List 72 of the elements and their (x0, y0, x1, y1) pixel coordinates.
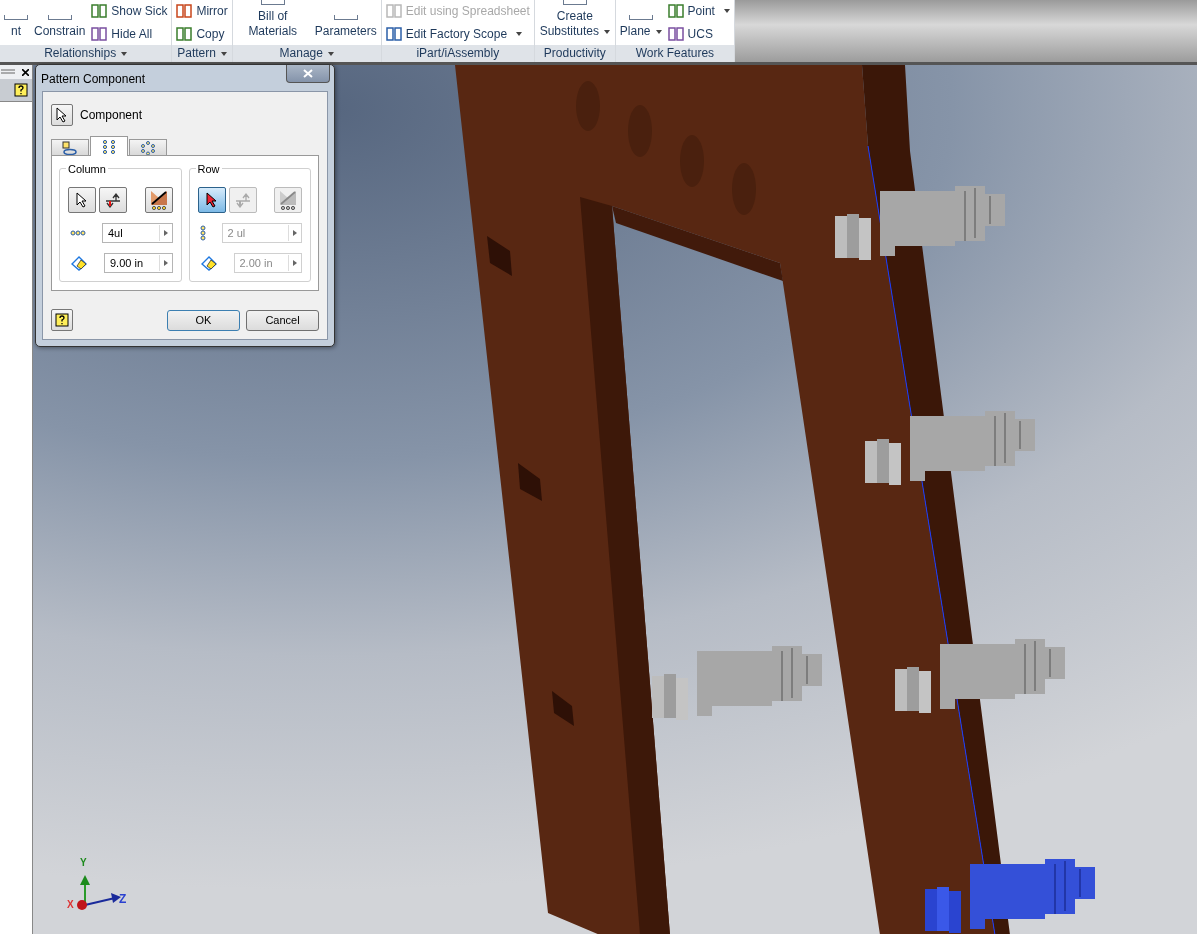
midplane-icon (148, 189, 169, 211)
x-axis-label: X (67, 899, 74, 911)
two-panel-icon (91, 4, 108, 19)
ribbon-button[interactable]: nt (4, 15, 28, 45)
panel-title[interactable]: iPart/iAssembly (381, 45, 534, 62)
rectangular-dots-icon (102, 139, 116, 154)
cut-off-icon (562, 0, 587, 5)
ribbon-button[interactable]: Bill of Materials (236, 0, 309, 45)
close-icon (303, 69, 313, 78)
panel-title[interactable]: Manage (232, 45, 381, 62)
tab[interactable] (129, 139, 167, 155)
ribbon-button[interactable]: Create Substitutes (538, 0, 611, 45)
help-icon[interactable] (14, 83, 28, 97)
z-axis-label: Z (119, 893, 127, 905)
close-icon[interactable] (22, 68, 29, 76)
ribbon-button[interactable]: Plane (619, 15, 662, 45)
midplane-button[interactable] (144, 187, 173, 213)
two-panel-icon (385, 26, 402, 41)
flip-arrows-icon (104, 192, 122, 208)
cursor-arrow-icon (76, 192, 88, 208)
cursor-arrow-icon (205, 192, 218, 208)
spacing-field[interactable]: 9.00 in (104, 253, 173, 273)
dialog-title: Pattern Component (41, 72, 146, 86)
dialog-button[interactable]: Cancel (246, 309, 319, 331)
circular-dots-icon (141, 140, 155, 155)
cut-off-icon (628, 15, 653, 20)
part-constraint-icon (62, 140, 78, 155)
cut-off-icon (4, 15, 28, 20)
panel-title[interactable]: Work Features (615, 45, 734, 62)
two-panel-icon (91, 26, 108, 41)
ribbon-button[interactable]: Copy (176, 22, 228, 45)
select-button[interactable] (51, 104, 73, 126)
two-panel-icon (385, 4, 402, 19)
ribbon-button[interactable]: Point (667, 0, 730, 23)
two-panel-icon (176, 4, 193, 19)
flip-button[interactable] (99, 187, 127, 213)
ribbon-button[interactable]: UCS (667, 22, 730, 45)
cursor-arrow-icon (56, 107, 68, 123)
panel-title[interactable]: Productivity (534, 45, 615, 62)
component-label: Component (80, 108, 143, 122)
ribbon-button[interactable]: Constrain (34, 15, 86, 45)
midplane-icon (278, 189, 298, 211)
ribbon-button[interactable]: Mirror (176, 0, 228, 23)
ribbon-button[interactable]: Hide All (91, 22, 168, 45)
two-panel-icon (667, 26, 684, 41)
two-panel-icon (176, 26, 193, 41)
tab[interactable] (90, 136, 128, 156)
flip-arrows-icon (233, 192, 252, 208)
cut-off-icon (260, 0, 285, 5)
help-button[interactable] (51, 309, 73, 331)
two-panel-icon (667, 4, 684, 19)
dialog-button[interactable]: OK (167, 309, 240, 331)
close-button[interactable] (286, 65, 330, 83)
help-icon (55, 313, 69, 327)
cut-off-icon (333, 15, 358, 20)
grip-icon[interactable] (1, 69, 15, 75)
panel-title[interactable]: Relationships (0, 45, 172, 62)
panel-title[interactable]: Pattern (172, 45, 232, 62)
cut-off-icon (47, 15, 72, 20)
ribbon-button[interactable]: Edit Factory Scope (385, 22, 530, 45)
spacing-icon (70, 255, 88, 271)
ribbon-button[interactable]: Parameters (314, 15, 377, 45)
direction-select-button[interactable] (68, 187, 96, 213)
group-title: Column (66, 163, 108, 175)
count-field[interactable]: 4ul (102, 223, 173, 243)
ribbon-button[interactable]: Show Sick (91, 0, 168, 23)
count-icon (199, 225, 206, 241)
y-axis-label: Y (80, 857, 87, 869)
count-icon (70, 230, 86, 236)
spacing-icon (199, 255, 218, 271)
group-title: Row (195, 163, 222, 175)
tab[interactable] (51, 139, 89, 155)
